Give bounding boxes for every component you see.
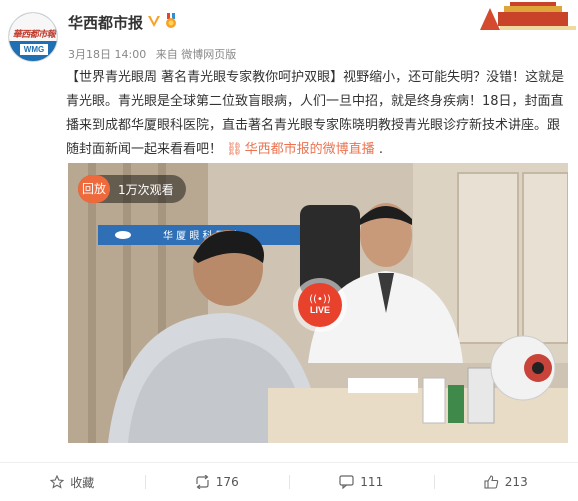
favorite-label: 收藏 [70,475,95,490]
post-topic[interactable]: 【世界青光眼周 著名青光眼专家教你呵护双眼】 [66,70,343,85]
medal-icon[interactable] [164,13,178,29]
live-button[interactable]: ((•)) LIVE [298,283,342,327]
action-bar: 收藏 176 111 213 [0,463,578,501]
avatar[interactable]: 華西都市報 WMG [8,12,58,62]
post-date[interactable]: 3月18日 14:00 [68,48,146,61]
weibo-post-card: 華西都市報 WMG 华西都市报 3月18日 14:00 来自 微博网页版 【世界… [0,0,578,501]
repost-button[interactable]: 176 [144,463,290,501]
live-label: LIVE [309,304,330,315]
like-count: 213 [504,475,528,489]
comment-icon [339,475,354,489]
post-source[interactable]: 来自 微博网页版 [156,48,237,61]
favorite-button[interactable]: 收藏 [0,463,145,501]
author-name[interactable]: 华西都市报 [68,12,143,33]
like-button[interactable]: 213 [433,463,578,501]
replay-button[interactable]: 回放 [78,175,110,203]
decorative-banner [470,0,576,30]
repost-count: 176 [215,475,239,489]
comment-count: 111 [360,475,384,489]
post-meta: 3月18日 14:00 来自 微博网页版 [68,46,242,62]
comment-button[interactable]: 111 [289,463,434,501]
replay-badge[interactable]: 回放 1万次观看 [78,175,186,203]
verified-icon[interactable] [147,14,161,28]
video-player[interactable]: 华 厦 眼 科 医 院 回放 1万次观看 ((•)) LIVE [68,163,568,443]
star-icon [50,475,65,489]
avatar-logo-text: 華西都市報 [12,30,56,40]
avatar-badge: WMG [20,44,48,55]
repost-icon [196,475,209,489]
broadcast-icon: ((•)) [309,293,331,305]
live-link[interactable]: 华西都市报的微博直播 [245,142,375,157]
thumbs-up-icon [484,475,499,489]
live-play-icon[interactable]: ((•)) LIVE [293,278,347,332]
link-trail: . [374,142,383,157]
view-count: 1万次观看 [118,182,174,197]
post-text: 【世界青光眼周 著名青光眼专家教你呵护双眼】视野缩小，还可能失明？没错！这就是青… [66,66,566,162]
link-icon: ⛓ [226,142,243,157]
